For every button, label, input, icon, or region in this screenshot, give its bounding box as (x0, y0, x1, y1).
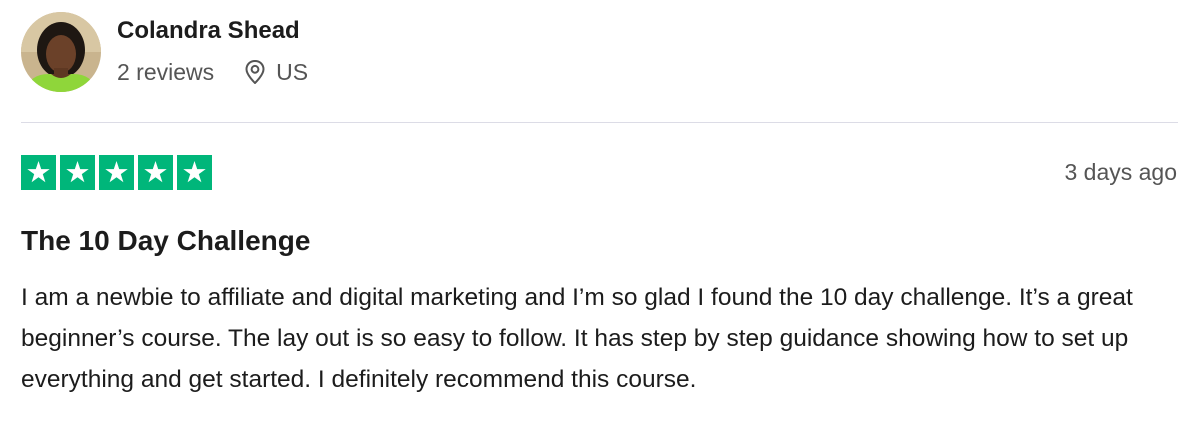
reviewer-avatar[interactable] (21, 12, 101, 92)
reviewer-location: US (276, 58, 309, 85)
star-icon (21, 155, 56, 190)
star-rating (21, 155, 212, 190)
star-icon (177, 155, 212, 190)
divider (21, 122, 1178, 123)
review-title[interactable]: The 10 Day Challenge (21, 224, 310, 258)
review-date: 3 days ago (1064, 159, 1177, 185)
star-icon (138, 155, 173, 190)
star-icon (60, 155, 95, 190)
review-count: 2 reviews (117, 58, 215, 85)
review-body: I am a newbie to affiliate and digital m… (21, 284, 1133, 393)
star-icon (99, 155, 134, 190)
reviewer-name[interactable]: Colandra Shead (117, 16, 300, 46)
location-pin-icon (244, 59, 266, 85)
reviewer-meta: 2 reviews US (117, 56, 308, 88)
